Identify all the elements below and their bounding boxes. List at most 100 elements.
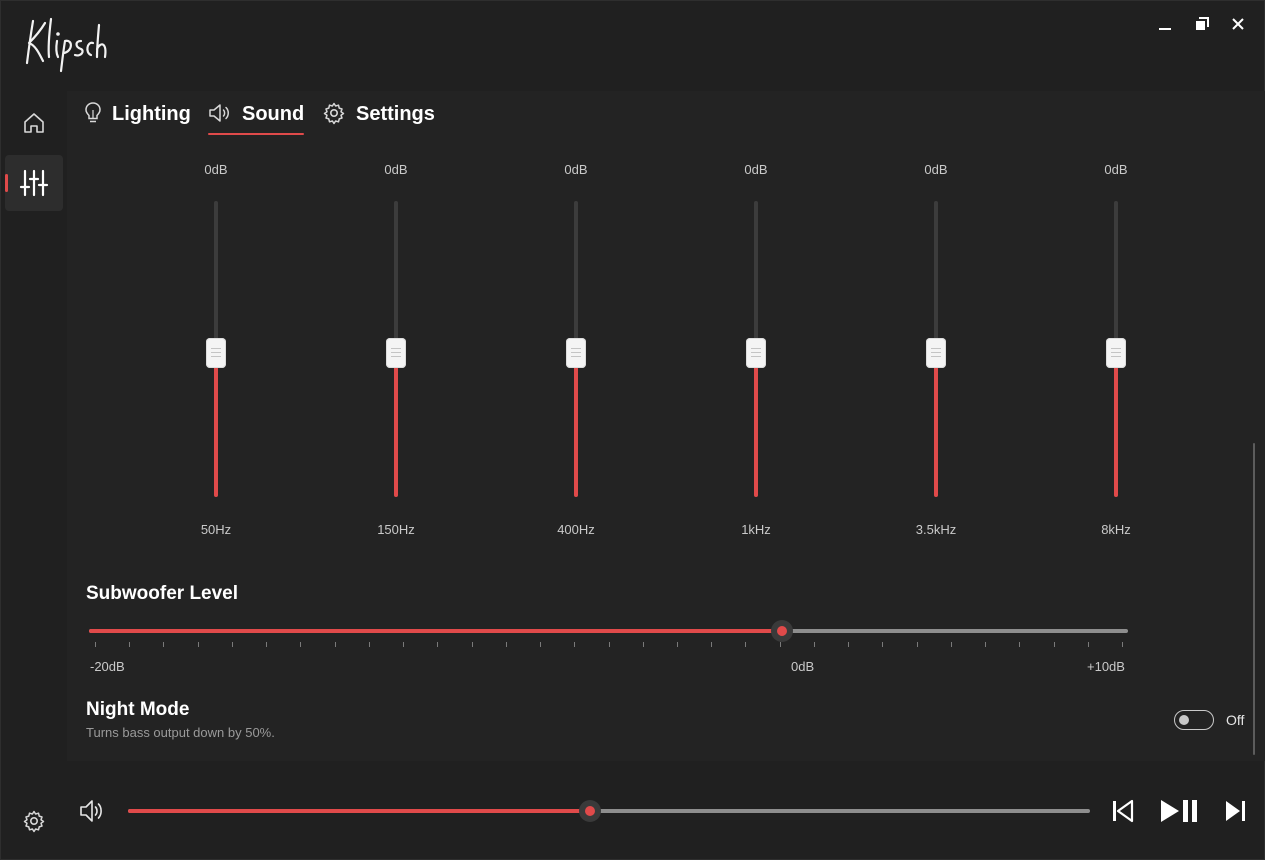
thumb-grip-line [391, 352, 401, 353]
subwoofer-min-label: -20dB [90, 659, 125, 674]
eq-band-slider-fill [214, 353, 218, 497]
subwoofer-tick [334, 642, 336, 647]
skip-next-icon [1226, 801, 1245, 821]
subwoofer-tick [471, 642, 473, 647]
thumb-grip-line [571, 348, 581, 349]
close-icon [1232, 18, 1244, 30]
eq-band-slider-thumb[interactable] [1106, 338, 1126, 368]
subwoofer-tick [300, 642, 302, 647]
restore-icon [1196, 17, 1209, 30]
eq-band-frequency: 50Hz [200, 522, 232, 537]
subwoofer-tick [574, 642, 576, 647]
thumb-grip-line [931, 352, 941, 353]
volume-slider[interactable] [128, 809, 1090, 813]
thumb-grip-line [211, 356, 221, 357]
subwoofer-tick [916, 642, 918, 647]
previous-track-button[interactable] [1109, 796, 1137, 826]
eq-band-value: 0dB [384, 162, 408, 177]
eq-band-frequency: 8kHz [1101, 522, 1131, 537]
thumb-grip-line [391, 356, 401, 357]
subwoofer-tick [1122, 642, 1123, 647]
eq-band-value: 0dB [924, 162, 948, 177]
eq-band: 0dB 1kHz [696, 157, 816, 547]
skip-previous-icon [1113, 799, 1134, 823]
volume-slider-thumb[interactable] [578, 800, 601, 822]
play-pause-button[interactable] [1156, 794, 1202, 828]
eq-band-slider-fill [934, 353, 938, 497]
scrollbar[interactable] [1253, 443, 1255, 755]
eq-band: 0dB 50Hz [156, 157, 276, 547]
volume-slider-fill [128, 809, 590, 813]
subwoofer-tick [368, 642, 370, 647]
eq-band-value: 0dB [744, 162, 768, 177]
eq-band: 0dB 8kHz [1056, 157, 1176, 547]
eq-band-slider-thumb[interactable] [206, 338, 226, 368]
tab-lighting[interactable]: Lighting [84, 101, 191, 137]
active-indicator [5, 174, 8, 192]
tab-settings[interactable]: Settings [322, 101, 435, 137]
subwoofer-tick [266, 642, 268, 647]
subwoofer-tick [163, 642, 165, 647]
sidebar-item-equalizer[interactable] [5, 155, 63, 211]
subwoofer-tick [779, 642, 781, 647]
subwoofer-tick [95, 642, 96, 647]
subwoofer-slider[interactable] [89, 629, 1128, 633]
subwoofer-tick [813, 642, 815, 647]
speaker-icon [80, 800, 102, 822]
eq-band-slider-thumb[interactable] [386, 338, 406, 368]
app-window: Lighting Sound Settings 0dB 50Hz 0dB 150Hz 0… [0, 0, 1265, 860]
eq-band-frequency: 3.5kHz [915, 522, 957, 537]
eq-band-slider-fill [574, 353, 578, 497]
thumb-grip-line [391, 348, 401, 349]
sidebar-item-home[interactable] [5, 95, 63, 151]
subwoofer-tick [608, 642, 610, 647]
thumb-grip-line [1111, 348, 1121, 349]
eq-band-slider-thumb[interactable] [566, 338, 586, 368]
thumb-grip-line [571, 352, 581, 353]
lightbulb-icon [85, 102, 101, 123]
subwoofer-tick [711, 642, 713, 647]
eq-band-frequency: 400Hz [557, 522, 595, 537]
next-track-button[interactable] [1221, 796, 1249, 826]
subwoofer-tick [129, 642, 131, 647]
thumb-grip-line [211, 348, 221, 349]
subwoofer-tick [642, 642, 644, 647]
subwoofer-tick [231, 642, 233, 647]
app-settings-button[interactable] [5, 793, 63, 849]
subwoofer-slider-thumb[interactable] [770, 620, 793, 642]
subwoofer-tick [1019, 642, 1021, 647]
close-button[interactable] [1220, 11, 1256, 37]
thumb-grip-line [211, 352, 221, 353]
subwoofer-title: Subwoofer Level [86, 583, 239, 604]
play-pause-icon [1161, 800, 1197, 822]
eq-band-frequency: 150Hz [377, 522, 415, 537]
eq-band-slider-thumb[interactable] [926, 338, 946, 368]
minimize-button[interactable] [1147, 11, 1183, 37]
eq-band: 0dB 150Hz [336, 157, 456, 547]
eq-band: 0dB 3.5kHz [876, 157, 996, 547]
klipsch-logo [21, 13, 111, 75]
tab-settings-label: Settings [356, 103, 435, 125]
tab-sound-label: Sound [242, 103, 305, 125]
subwoofer-tick [505, 642, 507, 647]
minimize-icon [1159, 28, 1171, 30]
home-icon [24, 113, 44, 133]
eq-band-slider-fill [754, 353, 758, 497]
tab-sound[interactable]: Sound [208, 101, 305, 137]
restore-button[interactable] [1184, 11, 1220, 37]
night-mode-description: Turns bass output down by 50%. [86, 725, 275, 740]
sliders-icon [19, 169, 49, 197]
subwoofer-tick [882, 642, 884, 647]
thumb-grip-line [751, 348, 761, 349]
eq-band-value: 0dB [564, 162, 588, 177]
eq-band-slider-fill [1114, 353, 1118, 497]
night-mode-toggle[interactable] [1174, 710, 1214, 730]
thumb-grip-line [571, 356, 581, 357]
subwoofer-tick [403, 642, 405, 647]
eq-band-slider-thumb[interactable] [746, 338, 766, 368]
subwoofer-tick [540, 642, 542, 647]
mute-button[interactable] [77, 797, 107, 825]
thumb-grip-line [1111, 356, 1121, 357]
speaker-icon [209, 104, 229, 122]
subwoofer-tick [985, 642, 987, 647]
